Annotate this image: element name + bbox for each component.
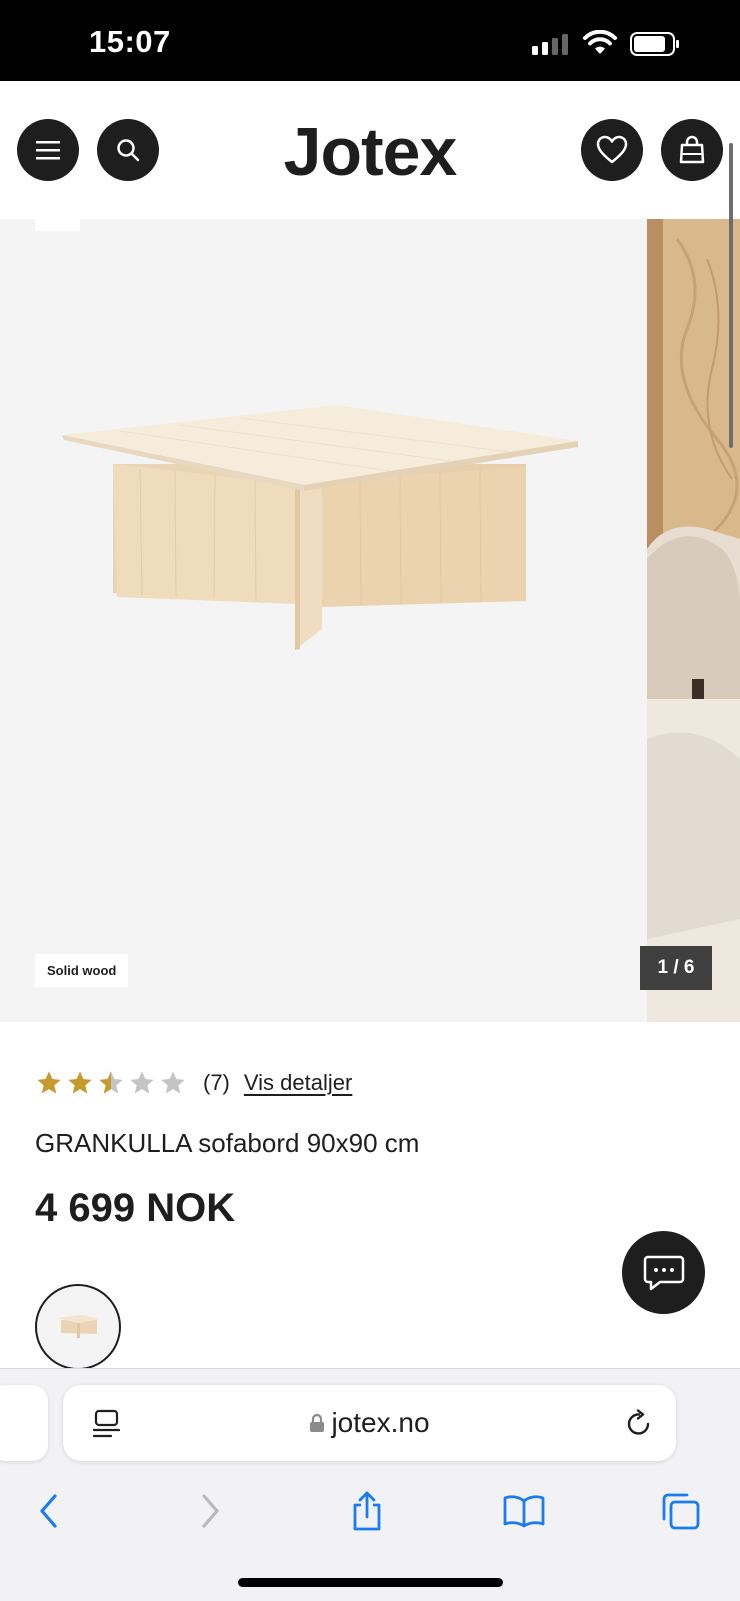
share-button[interactable]: [337, 1481, 397, 1541]
star-empty-icon: [161, 1071, 185, 1094]
share-icon: [353, 1491, 381, 1531]
page-scrollbar[interactable]: [729, 143, 733, 448]
star-rating: [35, 1069, 187, 1097]
tabs-button[interactable]: [650, 1481, 710, 1541]
address-bar[interactable]: jotex.no: [63, 1385, 676, 1461]
room-scene-image: [647, 219, 740, 1022]
browser-nav-row: [0, 1481, 740, 1551]
solid-wood-badge: Solid wood: [35, 954, 129, 987]
thumbnail-table-image: [57, 1315, 101, 1338]
chevron-left-icon: [40, 1494, 57, 1528]
gallery-slide-next-preview[interactable]: [647, 219, 740, 1022]
previous-tab-preview[interactable]: [0, 1385, 48, 1461]
product-thumbnail[interactable]: [35, 1284, 121, 1370]
gallery-slide-main[interactable]: Solid wood: [0, 219, 646, 1022]
wifi-icon: [583, 30, 617, 54]
gallery-counter: 1 / 6: [640, 946, 712, 990]
cellular-signal-icon: [532, 34, 568, 55]
view-details-link[interactable]: Vis detaljer: [244, 1070, 352, 1096]
star-full-icon: [68, 1071, 92, 1094]
tabs-icon: [662, 1493, 700, 1530]
star-full-icon: [37, 1071, 61, 1094]
reload-icon[interactable]: [624, 1409, 654, 1439]
back-button[interactable]: [19, 1481, 79, 1541]
image-tag: [35, 219, 80, 231]
chevron-right-icon: [202, 1494, 219, 1528]
chat-bubble-icon: [643, 1255, 684, 1290]
browser-toolbar: jotex.no: [0, 1368, 740, 1601]
chat-button[interactable]: [622, 1231, 705, 1314]
star-empty-icon: [130, 1071, 154, 1094]
bookmarks-button[interactable]: [494, 1481, 554, 1541]
product-gallery[interactable]: Solid wood 1 / 6: [0, 219, 740, 1022]
status-bar: 15:07: [0, 0, 740, 81]
url-display[interactable]: jotex.no: [63, 1407, 676, 1439]
forward-button[interactable]: [180, 1481, 240, 1541]
url-text: jotex.no: [331, 1407, 430, 1438]
heart-icon: [596, 135, 628, 164]
book-icon: [503, 1495, 545, 1528]
coffee-table-image: [62, 405, 578, 650]
lock-icon: [310, 1413, 325, 1432]
review-count: (7): [203, 1070, 230, 1095]
star-half-icon: [99, 1071, 123, 1094]
wishlist-button[interactable]: [581, 119, 643, 181]
site-header: Jotex: [0, 81, 740, 219]
product-price: 4 699 NOK: [35, 1186, 236, 1230]
battery-icon: [630, 32, 679, 56]
shopping-bag-icon: [679, 135, 705, 164]
status-time: 15:07: [89, 24, 171, 59]
product-title: GRANKULLA sofabord 90x90 cm: [35, 1128, 420, 1158]
home-indicator[interactable]: [238, 1578, 503, 1587]
cart-button[interactable]: [661, 119, 723, 181]
rating-row: (7) Vis detaljer: [35, 1066, 352, 1100]
